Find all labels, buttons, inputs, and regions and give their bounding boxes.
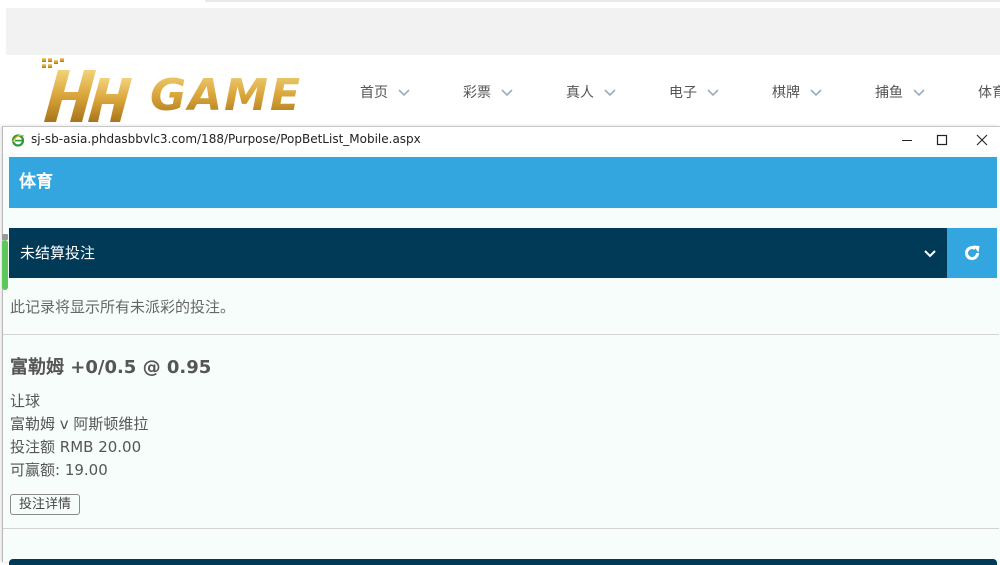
minimize-button[interactable] (896, 130, 918, 150)
chevron-down-icon (707, 89, 719, 97)
divider (3, 334, 999, 335)
chevron-down-icon (913, 89, 925, 97)
nav-item-sports[interactable]: 体育 (978, 82, 1000, 102)
info-text: 此记录将显示所有未派彩的投注。 (10, 298, 236, 316)
maximize-button[interactable] (931, 130, 953, 150)
nav-item-slots[interactable]: 电子 (669, 82, 772, 102)
nav-item-live[interactable]: 真人 (566, 82, 669, 102)
sport-header: 体育 (9, 157, 997, 208)
chevron-down-icon (924, 250, 936, 258)
nav-item-home[interactable]: 首页 (360, 82, 463, 102)
svg-text:GAME: GAME (150, 70, 302, 121)
top-gray-band (6, 8, 1000, 55)
next-bet-card (9, 559, 997, 565)
maximize-icon (936, 134, 948, 146)
nav-item-cards[interactable]: 棋牌 (772, 82, 875, 102)
window-url: sj-sb-asia.phdasbbvlc3.com/188/Purpose/P… (31, 132, 421, 146)
bet-type: 让球 (10, 392, 41, 410)
divider (3, 528, 999, 529)
nav-item-lottery[interactable]: 彩票 (463, 82, 566, 102)
refresh-icon (965, 245, 980, 261)
bet-match: 富勒姆 v 阿斯顿维拉 (10, 415, 149, 433)
refresh-button[interactable] (947, 228, 997, 278)
top-line (205, 0, 1000, 2)
bet-potential-win: 可赢额: 19.00 (10, 461, 108, 479)
close-icon (976, 134, 988, 146)
chevron-down-icon (604, 89, 616, 97)
nav-item-fishing[interactable]: 捕鱼 (875, 82, 978, 102)
scrollbar-handle[interactable] (2, 240, 8, 290)
minimize-icon (902, 140, 912, 141)
bet-status-select[interactable]: 未结算投注 (9, 228, 947, 278)
close-button[interactable] (971, 130, 993, 150)
window-titlebar[interactable]: sj-sb-asia.phdasbbvlc3.com/188/Purpose/P… (3, 127, 1000, 153)
hh-game-logo[interactable]: GAME (38, 56, 304, 124)
chevron-down-icon (501, 89, 513, 97)
bet-details-button[interactable]: 投注详情 (10, 494, 81, 515)
chevron-down-icon (810, 89, 822, 97)
ie-browser-icon (11, 134, 25, 147)
bet-stake: 投注额 RMB 20.00 (10, 438, 142, 456)
select-value: 未结算投注 (20, 244, 96, 262)
popup-window: sj-sb-asia.phdasbbvlc3.com/188/Purpose/P… (2, 126, 1000, 565)
bet-selection-title: 富勒姆 +0/0.5 @ 0.95 (10, 357, 212, 378)
chevron-down-icon (398, 89, 410, 97)
main-nav: 首页 彩票 真人 电子 棋牌 捕鱼 体育 (360, 82, 1000, 102)
